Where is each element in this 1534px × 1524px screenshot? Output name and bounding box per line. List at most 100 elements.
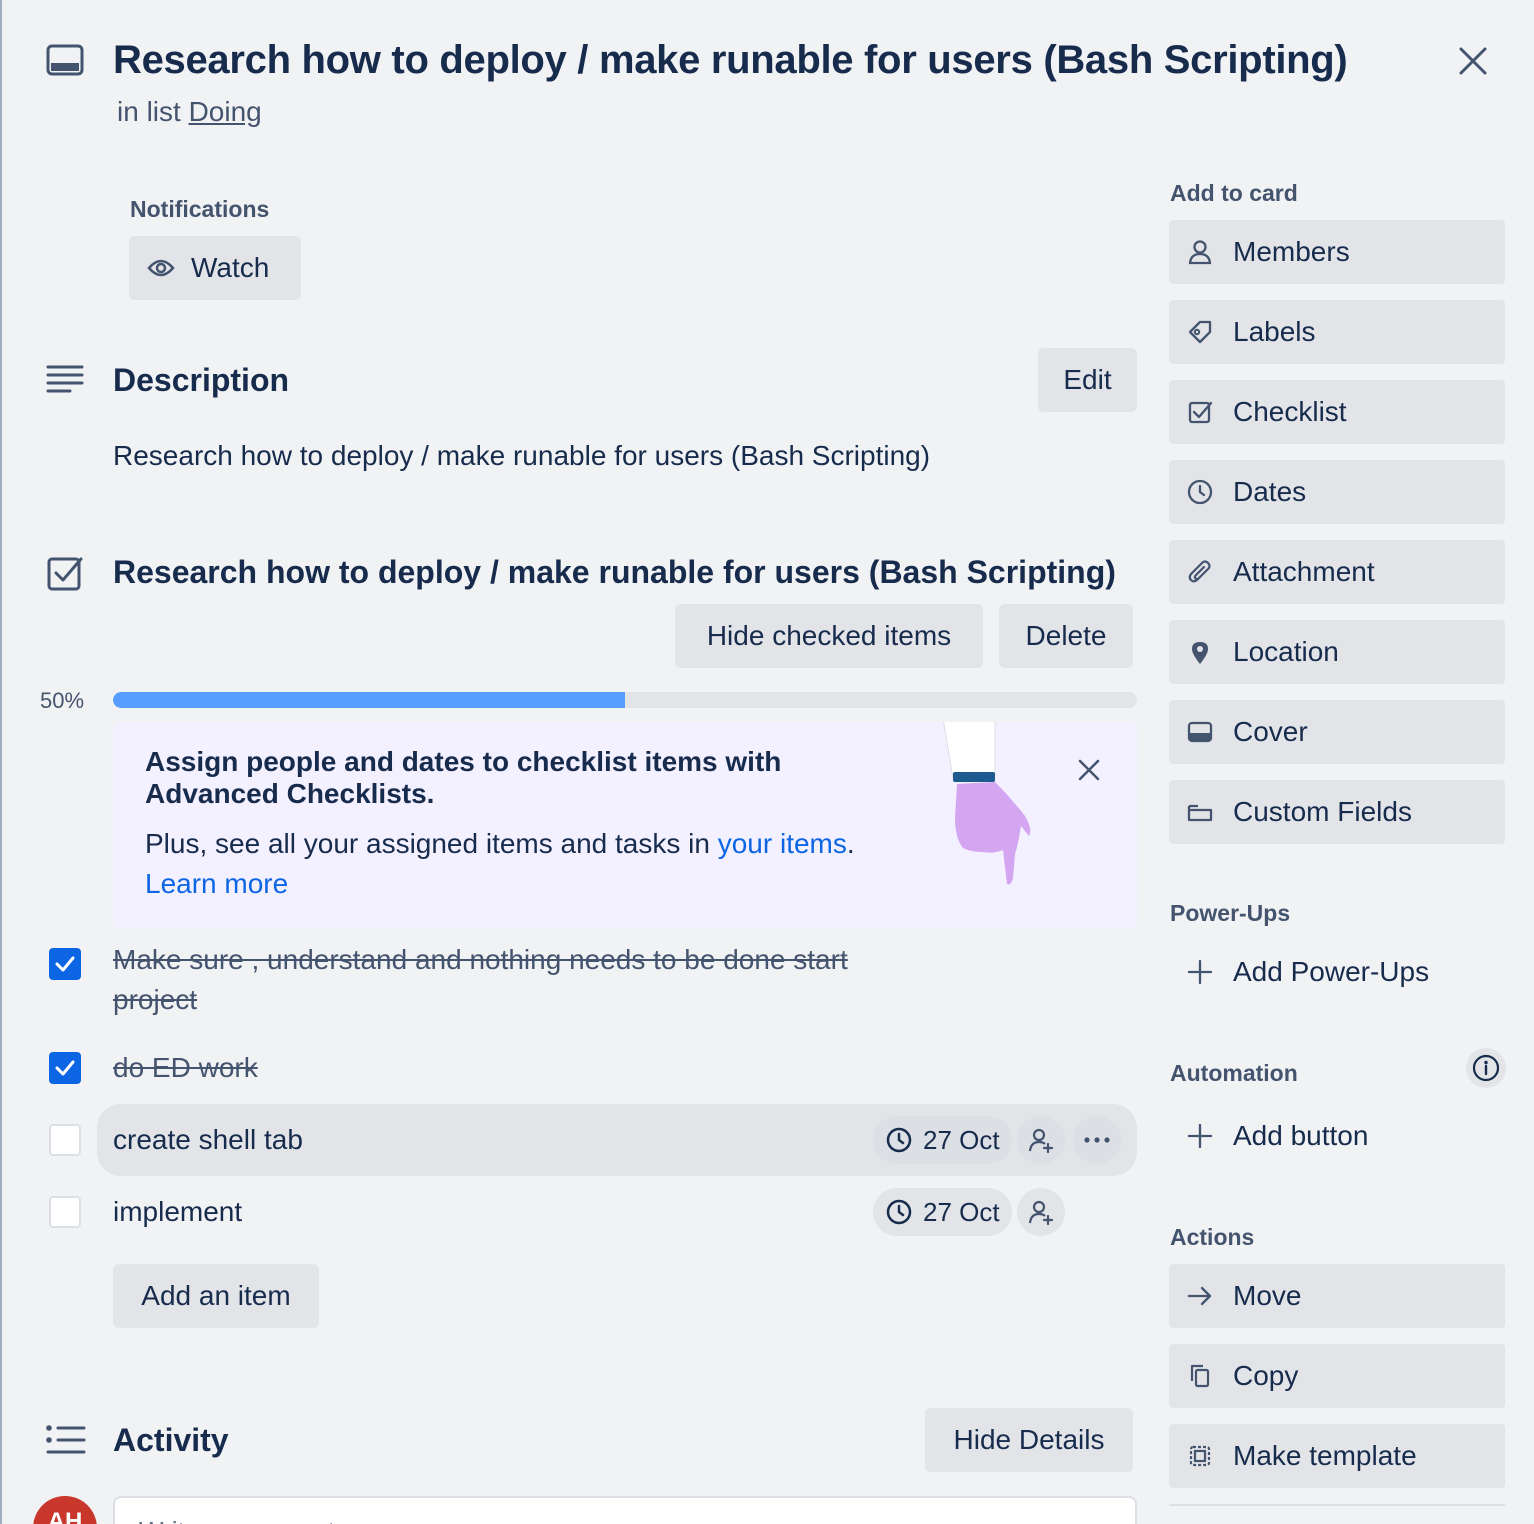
in-list-prefix: in list [117,96,181,127]
add-to-card-label: Add to card [1170,180,1298,206]
location-button[interactable]: Location [1169,620,1505,684]
delete-checklist-button[interactable]: Delete [999,604,1133,668]
learn-more-link[interactable]: Learn more [145,868,288,900]
location-label: Location [1233,636,1339,667]
close-icon [1078,759,1100,781]
checklist-item-text[interactable]: implement [113,1196,242,1228]
checklist-item-checkbox[interactable] [49,1196,81,1228]
activity-heading: Activity [113,1422,229,1458]
add-button-label: Add button [1233,1120,1369,1151]
item-actions-button[interactable] [1073,1116,1121,1164]
card-icon [46,44,84,78]
powerups-label: Power-Ups [1170,900,1291,926]
make-template-label: Make template [1233,1440,1417,1471]
your-items-link[interactable]: your items [718,828,847,859]
make-template-button[interactable]: Make template [1169,1424,1505,1488]
close-button[interactable] [1452,40,1494,82]
clock-icon [885,1198,913,1226]
custom-fields-button[interactable]: Custom Fields [1169,780,1505,844]
move-button[interactable]: Move [1169,1264,1505,1328]
pin-icon [1187,639,1213,665]
dates-button[interactable]: Dates [1169,460,1505,524]
due-date-chip[interactable]: 27 Oct [873,1188,1012,1236]
assign-member-button[interactable] [1017,1116,1065,1164]
hide-checked-items-button[interactable]: Hide checked items [675,604,983,668]
progress-bar [113,692,1137,708]
card-title[interactable]: Research how to deploy / make runable fo… [113,38,1348,83]
add-person-icon [1028,1200,1054,1226]
due-date-chip[interactable]: 27 Oct [873,1116,1012,1164]
attachment-button[interactable]: Attachment [1169,540,1505,604]
info-icon [1472,1054,1500,1082]
checklist-item-text[interactable]: Make sure , understand and nothing needs… [113,940,913,1020]
promo-body-suffix: . [846,828,855,859]
advanced-checklists-promo: Assign people and dates to checklist ite… [113,722,1137,928]
add-button-button[interactable]: Add button [1169,1104,1505,1168]
progress-fill [113,692,625,708]
cover-label: Cover [1233,716,1308,747]
checkbox-icon [1187,399,1213,425]
tag-icon [1187,319,1213,345]
field-icon [1187,799,1213,825]
checklist-icon [46,554,84,592]
promo-close-button[interactable] [1073,754,1105,786]
promo-body-prefix: Plus, see all your assigned items and ta… [145,828,718,859]
description-heading: Description [113,362,290,398]
copy-icon [1187,1363,1213,1389]
activity-icon [46,1424,86,1458]
watch-label: Watch [191,252,270,283]
due-date-text: 27 Oct [923,1124,1000,1155]
progress-percent: 50% [40,688,85,713]
hide-details-button[interactable]: Hide Details [925,1408,1133,1472]
checklist-label: Checklist [1233,396,1347,427]
automation-info-button[interactable] [1466,1048,1506,1088]
template-icon [1187,1443,1213,1469]
edit-description-button[interactable]: Edit [1038,348,1137,412]
clock-icon [885,1126,913,1154]
arrow-right-icon [1187,1283,1213,1309]
members-button[interactable]: Members [1169,220,1505,284]
check-icon [55,1060,75,1076]
copy-label: Copy [1233,1360,1299,1391]
sidebar-divider [1169,1504,1505,1506]
description-icon [46,364,84,396]
add-powerups-button[interactable]: Add Power-Ups [1169,940,1505,1004]
copy-button[interactable]: Copy [1169,1344,1505,1408]
move-label: Move [1233,1280,1302,1311]
add-checklist-item-button[interactable]: Add an item [113,1264,319,1328]
description-text[interactable]: Research how to deploy / make runable fo… [113,440,930,472]
notifications-label: Notifications [130,196,270,222]
clock-icon [1187,479,1213,505]
comment-input[interactable]: Write a comment... [113,1496,1137,1524]
assign-member-button[interactable] [1017,1188,1065,1236]
pointing-hand-illustration [933,722,1043,898]
avatar[interactable]: AH [33,1496,97,1524]
card-list-info: in list Doing [117,96,262,128]
checklist-item-text[interactable]: create shell tab [113,1124,303,1156]
attachment-label: Attachment [1233,556,1375,587]
labels-button[interactable]: Labels [1169,300,1505,364]
cover-button[interactable]: Cover [1169,700,1505,764]
list-link[interactable]: Doing [189,96,262,127]
promo-body: Plus, see all your assigned items and ta… [145,828,855,860]
plus-icon [1187,959,1213,985]
members-label: Members [1233,236,1350,267]
checklist-title[interactable]: Research how to deploy / make runable fo… [113,554,1116,591]
custom-fields-label: Custom Fields [1233,796,1412,827]
checklist-item-checkbox[interactable] [49,1052,81,1084]
add-powerups-label: Add Power-Ups [1233,956,1430,987]
labels-label: Labels [1233,316,1316,347]
automation-label: Automation [1170,1060,1298,1086]
checklist-item-text[interactable]: do ED work [113,1052,258,1084]
checklist-button[interactable]: Checklist [1169,380,1505,444]
check-icon [55,956,75,972]
close-icon [1459,47,1487,75]
actions-label: Actions [1170,1224,1255,1250]
watch-button[interactable]: Watch [129,236,301,300]
checklist-item-checkbox[interactable] [49,948,81,980]
dates-label: Dates [1233,476,1307,507]
due-date-text: 27 Oct [923,1196,1000,1227]
checklist-item-checkbox[interactable] [49,1124,81,1156]
add-person-icon [1028,1128,1054,1154]
cover-icon [1187,719,1213,745]
